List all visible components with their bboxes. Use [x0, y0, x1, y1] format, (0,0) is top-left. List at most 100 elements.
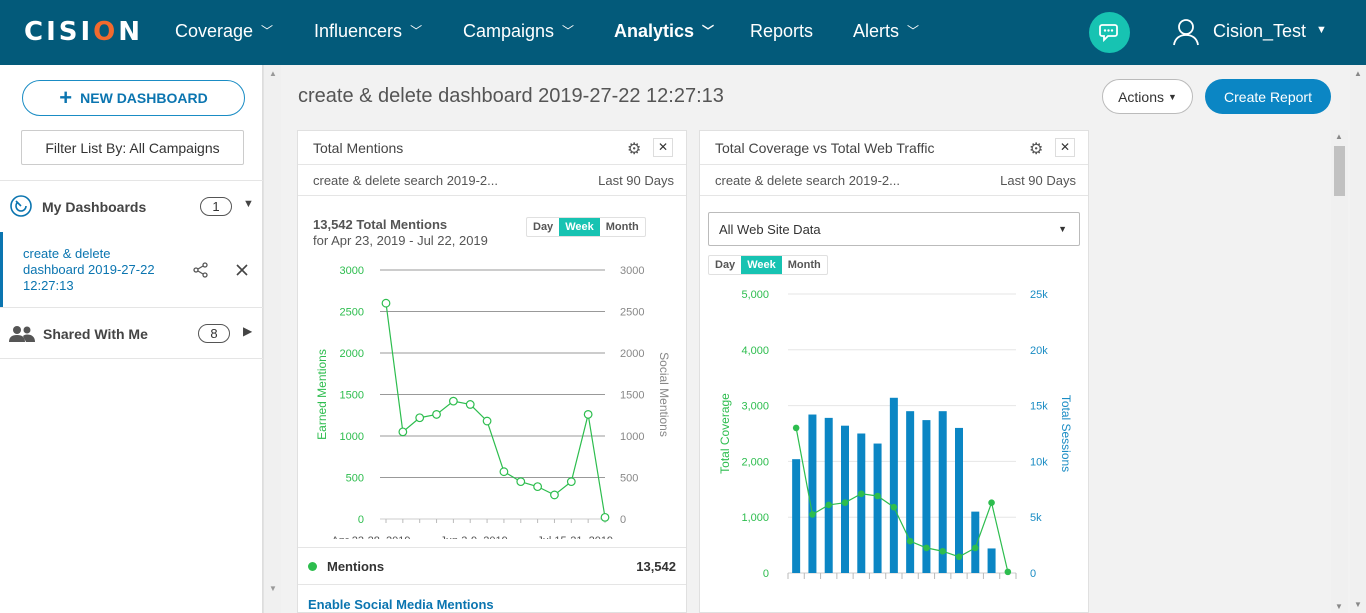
shared-with-me-header[interactable]: Shared With Me 8 ▶ — [0, 307, 263, 359]
scroll-down-arrow[interactable]: ▼ — [269, 584, 277, 593]
nav-influencers[interactable]: Influencers ﹀ — [314, 21, 422, 42]
search-name[interactable]: create & delete search 2019-2... — [313, 173, 498, 188]
week-toggle[interactable]: Week — [741, 256, 782, 274]
dashboard-sidebar: + NEW DASHBOARD Filter List By: All Campa… — [0, 65, 263, 613]
mentions-legend-dot — [308, 562, 317, 571]
month-toggle[interactable]: Month — [600, 218, 645, 236]
y-tick-label: 3,000 — [741, 401, 769, 413]
cision-logo[interactable]: CISION — [24, 17, 143, 47]
coverage-data-point — [971, 544, 979, 552]
nav-analytics[interactable]: Analytics ﹀ — [614, 21, 714, 42]
share-icon[interactable] — [193, 262, 209, 278]
my-dashboards-header[interactable]: My Dashboards 1 ▼ — [0, 180, 263, 232]
sessions-bar — [808, 414, 817, 573]
chevron-down-icon: ﹀ — [702, 24, 715, 38]
y-tick-label: 500 — [346, 473, 364, 485]
nav-reports[interactable]: Reports — [750, 21, 813, 42]
nav-campaigns[interactable]: Campaigns ﹀ — [463, 21, 574, 42]
coverage-data-point — [792, 424, 800, 432]
chat-bubble-icon — [1098, 23, 1118, 42]
y-axis-label: Total Coverage — [718, 393, 732, 474]
create-report-button[interactable]: Create Report — [1205, 79, 1331, 114]
y2-tick-label: 0 — [620, 514, 626, 526]
scroll-down-arrow[interactable]: ▼ — [1335, 602, 1343, 611]
day-toggle[interactable]: Day — [709, 256, 741, 274]
widget-title: Total Mentions — [313, 140, 404, 156]
scroll-up-arrow[interactable]: ▲ — [1354, 69, 1362, 78]
month-toggle[interactable]: Month — [782, 256, 827, 274]
chevron-down-icon: ﹀ — [410, 24, 423, 38]
dashboard-item-name[interactable]: create & delete dashboard 2019-27-22 12:… — [23, 246, 173, 294]
mentions-data-point — [566, 477, 576, 487]
y-tick-label: 1000 — [340, 431, 364, 443]
period-text: for Apr 23, 2019 - Jul 22, 2019 — [313, 233, 488, 248]
user-name[interactable]: Cision_Test — [1213, 21, 1306, 42]
coverage-data-point — [988, 499, 995, 506]
granularity-toggle: Day Week Month — [526, 217, 646, 237]
nav-label: Campaigns — [463, 21, 555, 41]
caret-down-icon[interactable]: ▼ — [1316, 24, 1327, 36]
week-toggle[interactable]: Week — [559, 218, 600, 236]
main-scrollbar[interactable]: ▲ ▼ — [1331, 130, 1348, 613]
coverage-data-point — [890, 503, 898, 511]
y2-tick-label: 15k — [1030, 401, 1048, 413]
total-mentions-widget: Total Mentions ⚙ ✕ create & delete searc… — [297, 130, 687, 613]
new-dashboard-button[interactable]: + NEW DASHBOARD — [22, 80, 245, 116]
y2-tick-label: 2000 — [620, 348, 644, 360]
y2-tick-label: 25k — [1030, 289, 1048, 301]
y2-tick-label: 20k — [1030, 345, 1048, 357]
x-tick-label: Apr 23-28, 2019 — [332, 535, 411, 539]
y-tick-label: 2,000 — [741, 456, 769, 468]
y2-tick-label: 5k — [1030, 512, 1042, 524]
granularity-toggle: Day Week Month — [708, 255, 828, 275]
web-data-select[interactable]: All Web Site Data ▼ — [708, 212, 1080, 246]
coverage-data-point — [857, 490, 865, 498]
mentions-data-point — [432, 410, 441, 419]
nav-label: Reports — [750, 21, 814, 41]
actions-dropdown[interactable]: Actions ▼ — [1102, 79, 1193, 114]
chat-button[interactable] — [1089, 12, 1130, 53]
page-title: create & delete dashboard 2019-27-22 12:… — [298, 85, 724, 107]
day-toggle[interactable]: Day — [527, 218, 559, 236]
user-avatar-icon[interactable] — [1173, 18, 1199, 46]
nav-alerts[interactable]: Alerts ﹀ — [853, 21, 919, 42]
y-tick-label: 1500 — [340, 390, 364, 402]
close-button[interactable]: ✕ — [653, 138, 673, 157]
y2-tick-label: 1500 — [620, 390, 644, 402]
my-dashboards-count: 1 — [200, 197, 232, 216]
y2-tick-label: 500 — [620, 473, 638, 485]
scroll-down-arrow[interactable]: ▼ — [1354, 600, 1362, 609]
enable-social-link[interactable]: Enable Social Media Mentions — [308, 597, 494, 612]
sessions-bar — [873, 443, 882, 573]
mentions-data-point — [381, 298, 391, 308]
coverage-data-point — [825, 501, 833, 509]
scroll-up-arrow[interactable]: ▲ — [1335, 132, 1343, 141]
sessions-bar — [987, 548, 996, 573]
scroll-up-arrow[interactable]: ▲ — [269, 69, 277, 78]
mentions-data-point — [415, 413, 425, 423]
nav-coverage[interactable]: Coverage ﹀ — [175, 21, 273, 42]
legend-row: Mentions 13,542 — [298, 547, 686, 585]
close-button[interactable]: ✕ — [1055, 138, 1075, 157]
search-name[interactable]: create & delete search 2019-2... — [715, 173, 900, 188]
sessions-bar — [971, 511, 980, 573]
y2-tick-label: 2500 — [620, 307, 644, 319]
legend-name: Mentions — [327, 559, 385, 574]
chevron-right-icon[interactable]: ▶ — [243, 324, 252, 338]
scroll-thumb[interactable] — [1334, 146, 1345, 196]
legend-value: 13,542 — [636, 559, 676, 574]
dashboard-list-item[interactable]: create & delete dashboard 2019-27-22 12:… — [0, 232, 263, 307]
sidebar-scrollbar[interactable]: ▲ ▼ — [263, 65, 281, 613]
close-icon[interactable] — [236, 264, 248, 276]
chevron-down-icon[interactable]: ▼ — [243, 198, 254, 210]
coverage-data-point — [1004, 568, 1012, 576]
chevron-down-icon: ﹀ — [562, 24, 575, 38]
gear-icon[interactable]: ⚙ — [1029, 139, 1043, 159]
page-scrollbar[interactable]: ▲ ▼ — [1350, 65, 1366, 613]
filter-list-button[interactable]: Filter List By: All Campaigns — [21, 130, 244, 165]
chevron-down-icon: ﹀ — [907, 24, 920, 38]
mentions-data-point — [600, 512, 610, 522]
gear-icon[interactable]: ⚙ — [627, 139, 641, 159]
coverage-data-point — [841, 499, 849, 506]
shared-with-me-label: Shared With Me — [43, 326, 148, 342]
